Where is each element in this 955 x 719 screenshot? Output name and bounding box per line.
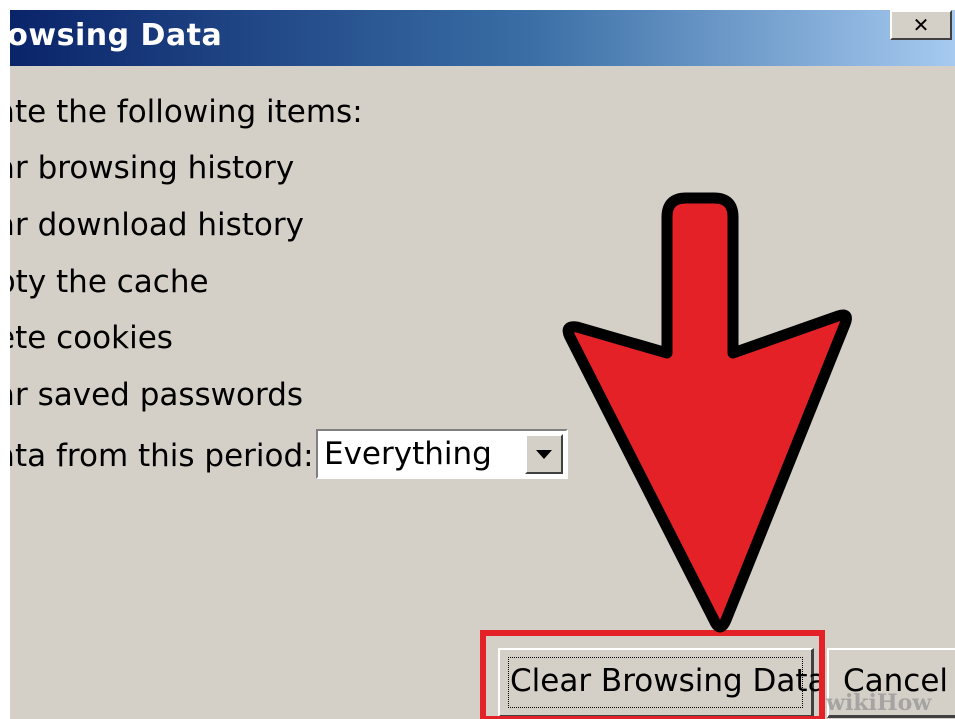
clear-browsing-data-dialog: rowsing Data ✕ ate the following items: …: [10, 10, 955, 719]
wikihow-watermark: wikiHow: [826, 690, 932, 716]
down-arrow-icon: [562, 192, 852, 633]
